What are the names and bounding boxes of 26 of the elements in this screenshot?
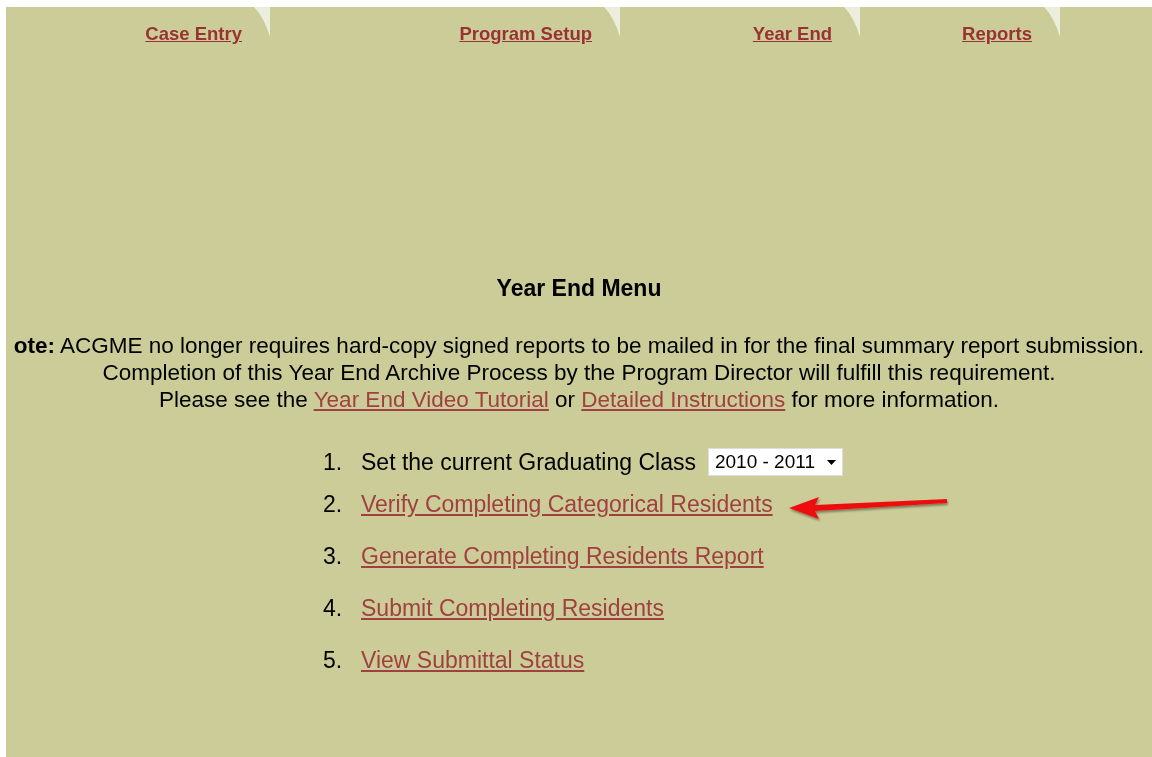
note-text: Please see the Year End Video Tutorial or Detailed Instructions for more information. (158, 386, 1000, 413)
instructions-link[interactable]: Detailed Instructions (581, 387, 786, 412)
nav-tab[interactable]: Year End (620, 7, 860, 59)
step-number: 3. (323, 542, 344, 570)
menu-title: Year End Menu (496, 275, 662, 302)
step-link[interactable]: View Submittal Status (361, 646, 585, 674)
step-number: 1. (323, 448, 344, 476)
tab-corner (1044, 7, 1060, 37)
caret-icon (826, 459, 836, 465)
step-number: 2. (323, 490, 344, 518)
step-link[interactable]: Generate Completing Residents Report (361, 542, 764, 570)
tutorial-link[interactable]: Year End Video Tutorial (313, 387, 549, 412)
nav-tab[interactable]: Reports (860, 7, 1060, 59)
step-number: 4. (323, 594, 344, 622)
tab-corner (604, 7, 620, 37)
class-dropdown[interactable]: 2010 - 2011 (707, 448, 843, 476)
step-link[interactable]: Verify Completing Categorical Residents (361, 490, 773, 518)
tab-corner (844, 7, 860, 37)
step-number: 5. (323, 646, 344, 674)
nav-tab[interactable]: Program Setup (270, 7, 620, 59)
step-link[interactable]: Submit Completing Residents (361, 594, 664, 622)
note-text: Completion of this Year End Archive Process by the Program Director will fulfill this requirement. (102, 359, 1056, 386)
step-label: Set the current Graduating Class (361, 448, 696, 476)
nav-tab[interactable]: Case Entry (6, 7, 270, 59)
tab-corner (254, 7, 270, 37)
note-text: ote: ACGME no longer requires hard-copy signed reports to be mailed in for the final summary report submission. (13, 332, 1145, 359)
